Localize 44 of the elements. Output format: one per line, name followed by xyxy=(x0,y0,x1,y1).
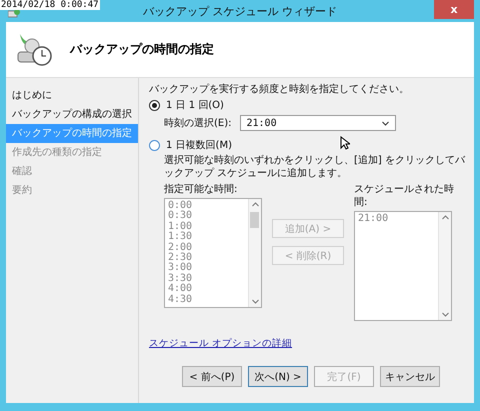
time-list[interactable]: 0:00 0:30 1:00 1:30 2:00 2:30 3:00 3:30 4:00 4:30 xyxy=(164,198,262,308)
radio-label: 1 日複数回(M) xyxy=(166,139,232,152)
list-item[interactable]: 0:30 xyxy=(168,211,245,222)
scroll-down-icon[interactable] xyxy=(252,299,258,304)
list-item[interactable]: 2:30 xyxy=(168,253,245,264)
scrollbar[interactable] xyxy=(248,199,261,307)
mouse-pointer-icon xyxy=(340,136,350,150)
list-item[interactable]: 1:00 xyxy=(168,222,245,232)
list-item[interactable]: 1:30 xyxy=(168,232,245,243)
field-label: 時刻の選択(E): xyxy=(164,116,232,130)
window-title: バックアップ スケジュール ウィザード xyxy=(143,4,337,18)
scrollbar[interactable] xyxy=(438,212,451,320)
timestamp: 2014/02/18 0:00:47 xyxy=(0,0,100,10)
wizard-step[interactable]: はじめに xyxy=(6,86,138,105)
backup-clock-icon xyxy=(16,32,52,68)
list-item[interactable]: 3:30 xyxy=(168,274,245,284)
wizard-step[interactable]: バックアップの構成の選択 xyxy=(6,105,138,124)
scroll-up-icon[interactable] xyxy=(252,202,258,207)
wizard-button[interactable]: キャンセル xyxy=(380,366,440,387)
close-button[interactable]: x xyxy=(434,0,474,19)
time-list[interactable]: 21:00 xyxy=(354,211,452,321)
scrollbar-thumb[interactable] xyxy=(250,212,259,228)
list-item[interactable]: 2:00 xyxy=(168,242,245,254)
list-item[interactable]: 21:00 xyxy=(358,214,435,224)
wizard-button[interactable]: 次へ(N) > xyxy=(248,366,308,387)
scroll-down-icon[interactable] xyxy=(442,312,448,317)
list-item[interactable]: 4:00 xyxy=(168,284,245,295)
list-item[interactable]: 3:00 xyxy=(168,263,245,274)
radio-label: 1 日 1 回(O) xyxy=(166,99,224,112)
time-dropdown[interactable]: 21:00 xyxy=(240,115,396,131)
instruction-text: バックアップを実行する頻度と時刻を指定してください。 xyxy=(149,83,410,96)
page-heading: バックアップの時間の指定 xyxy=(70,41,214,58)
list-item[interactable]: 0:00 xyxy=(168,201,245,212)
radio-button[interactable] xyxy=(149,100,160,111)
list-item[interactable]: 4:30 xyxy=(168,294,245,306)
schedule-options-link[interactable]: スケジュール オプションの詳細 xyxy=(149,338,292,349)
list-label: スケジュールされた時間: xyxy=(354,183,455,209)
wizard-step[interactable]: バックアップの時間の指定 xyxy=(6,124,138,143)
list-label: 指定可能な時間: xyxy=(164,183,238,196)
description-text: 選択可能な時刻のいずれかをクリックし、[追加] をクリックしてバックアップ スケジュールに追加します。 xyxy=(164,154,466,180)
scroll-up-icon[interactable] xyxy=(442,215,448,220)
chevron-down-icon xyxy=(382,120,388,126)
radio-button[interactable] xyxy=(149,140,160,151)
wizard-button[interactable]: < 前へ(P) xyxy=(182,366,242,387)
